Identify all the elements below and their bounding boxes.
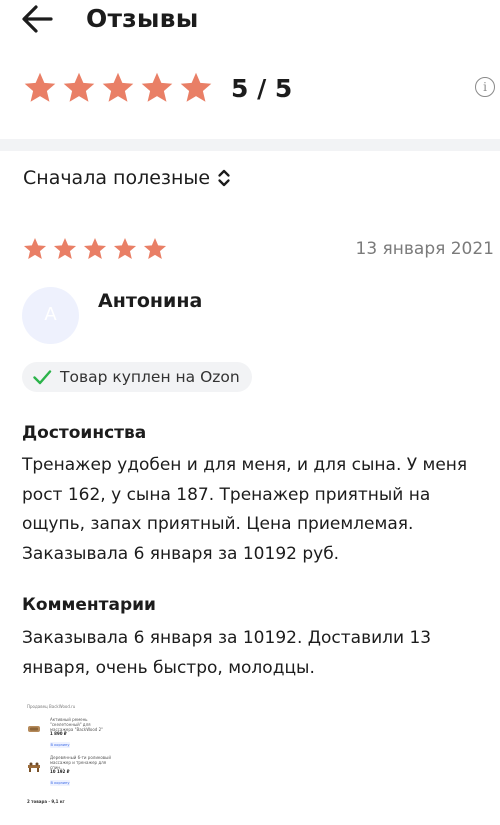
photo-item: Активный ремень "скелетонный" для массаж…	[27, 717, 115, 753]
star-icon	[83, 237, 107, 259]
header: Отзывы	[0, 0, 500, 40]
star-icon	[53, 237, 77, 259]
star-icon	[102, 72, 134, 102]
photo-item-name: Активный ремень "скелетонный" для массаж…	[50, 717, 104, 732]
product-image	[28, 726, 40, 732]
overall-rating: 5 / 5 i	[0, 66, 500, 112]
star-icon	[180, 72, 212, 102]
rating-stars	[22, 70, 214, 106]
arrow-left-icon[interactable]	[20, 4, 54, 34]
section-divider	[0, 139, 500, 151]
star-icon	[24, 72, 56, 102]
photo-item-price: 1 890 ₽	[50, 731, 67, 736]
comment-text: Заказывала 6 января за 10192. Доставили …	[22, 628, 432, 678]
star-icon	[113, 237, 137, 259]
check-icon	[33, 370, 52, 385]
photo-footer: 2 товара · 9,1 кг	[27, 799, 65, 804]
chevron-up-down-icon	[218, 169, 230, 187]
rating-score: 5 / 5	[231, 74, 293, 103]
review-photo[interactable]: Продавец BackWood.ru Активный ремень "ск…	[24, 700, 116, 812]
photo-seller: Продавец BackWood.ru	[27, 704, 76, 709]
star-icon	[63, 72, 95, 102]
avatar[interactable]: А	[22, 287, 79, 344]
badge-label: Товар куплен на Ozon	[60, 368, 240, 386]
star-icon	[23, 237, 47, 259]
purchased-badge: Товар куплен на Ozon	[22, 362, 252, 392]
sort-label: Сначала полезные	[23, 167, 211, 189]
page-title: Отзывы	[86, 4, 199, 33]
product-image	[28, 762, 40, 772]
pros-title: Достоинства	[22, 423, 147, 443]
review-rating-stars	[22, 236, 168, 262]
sort-dropdown[interactable]: Сначала полезные	[23, 163, 231, 193]
review-date: 13 января 2021	[355, 239, 495, 259]
star-icon	[141, 72, 173, 102]
photo-item-button: В корзину	[50, 780, 70, 786]
star-icon	[143, 237, 167, 259]
comment-title: Комментарии	[22, 595, 156, 615]
avatar-letter: А	[44, 304, 57, 325]
review-author: Антонина	[98, 290, 203, 312]
info-icon[interactable]: i	[475, 77, 495, 97]
info-icon-glyph: i	[483, 80, 487, 94]
photo-item: Деревянный 6-ти роликовый массажер и тре…	[27, 755, 115, 791]
pros-text: Тренажер удобен и для меня, и для сына. …	[22, 455, 468, 564]
photo-item-button: В корзину	[50, 742, 70, 748]
photo-item-name: Деревянный 6-ти роликовый массажер и тре…	[50, 755, 111, 770]
photo-item-price: 10 192 ₽	[50, 769, 70, 774]
